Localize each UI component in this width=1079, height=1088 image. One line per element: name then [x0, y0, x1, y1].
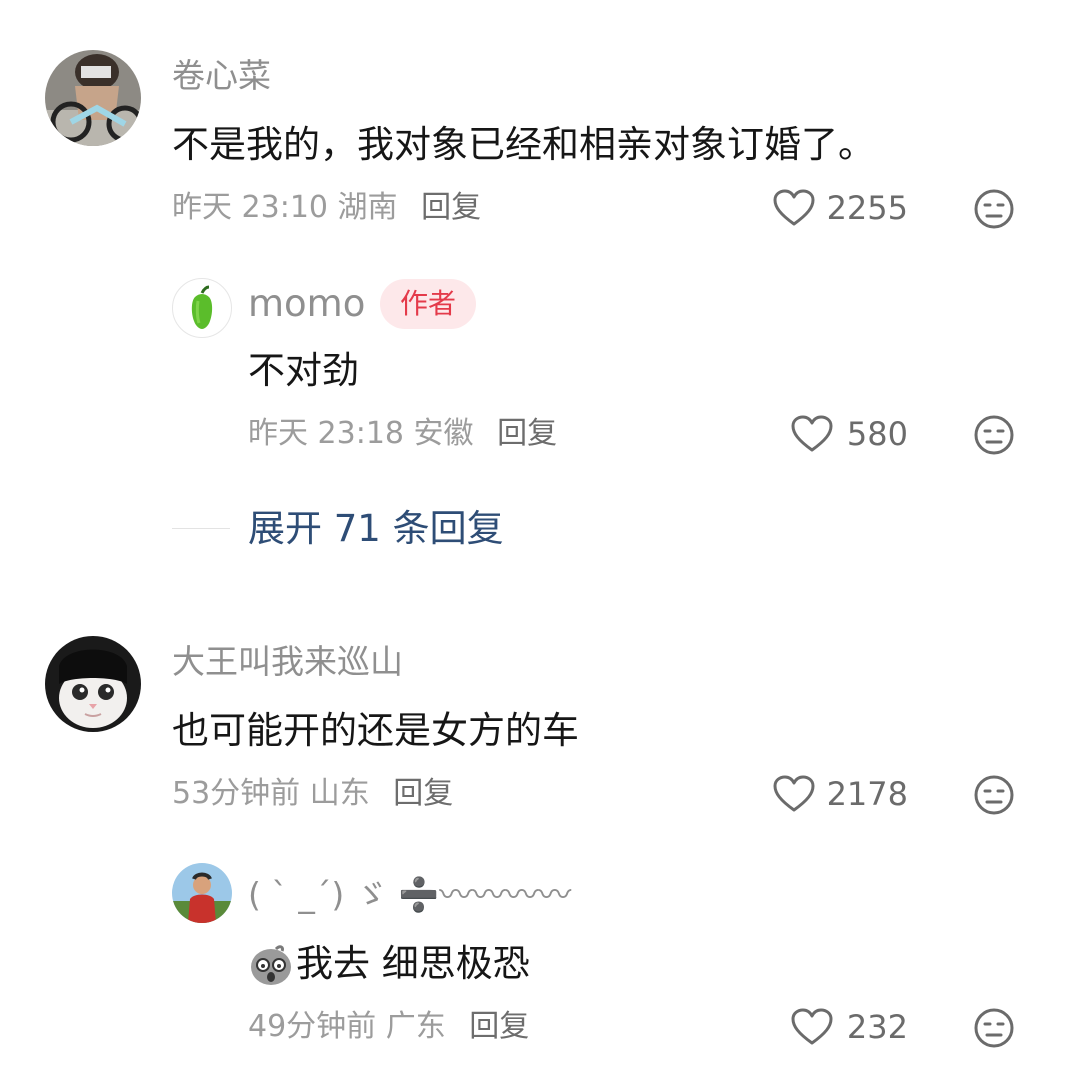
- comment-time: 昨天 23:10: [172, 190, 328, 225]
- comment-location: 湖南: [337, 190, 398, 225]
- like-count: 232: [846, 1008, 908, 1046]
- dislike-button[interactable]: [973, 1007, 1015, 1049]
- expand-replies-link[interactable]: 展开 71 条回复: [248, 506, 504, 552]
- reply-time: 49分钟前: [248, 1009, 377, 1044]
- reply-2: ( ˋ _ˊ) ゞ ➗〰〰〰〰 我去 细思极恐 49分钟前 广东 回复 232: [0, 855, 1079, 1065]
- comment-2: 大王叫我来巡山 也可能开的还是女方的车 53分钟前 山东 回复 2178: [0, 630, 1079, 830]
- reply-username[interactable]: momo: [248, 284, 365, 324]
- reply-button[interactable]: 回复: [421, 190, 481, 225]
- reply-button[interactable]: 回复: [497, 416, 557, 451]
- reply-username[interactable]: ( ˋ _ˊ) ゞ ➗〰〰〰〰: [248, 875, 571, 915]
- comment-meta: 昨天 23:10 湖南 回复: [172, 190, 481, 226]
- comment-1: 卷心菜 不是我的，我对象已经和相亲对象订婚了。 昨天 23:10 湖南 回复 2…: [0, 0, 1079, 255]
- avatar[interactable]: [45, 50, 141, 146]
- avatar[interactable]: [172, 278, 232, 338]
- comment-username[interactable]: 大王叫我来巡山: [172, 642, 403, 682]
- reply-meta: 49分钟前 广东 回复: [248, 1009, 529, 1045]
- reply-meta: 昨天 23:18 安徽 回复: [248, 416, 557, 452]
- comment-text: 不是我的，我对象已经和相亲对象订婚了。: [172, 123, 875, 166]
- dislike-button[interactable]: [973, 774, 1015, 816]
- reply-button[interactable]: 回复: [469, 1009, 529, 1044]
- reply-location: 广东: [385, 1009, 446, 1044]
- reply-text: 我去 细思极恐: [296, 942, 530, 985]
- dislike-button[interactable]: [973, 414, 1015, 456]
- shocked-bird-sticker-icon: [248, 941, 294, 987]
- meh-face-icon: [974, 775, 1014, 815]
- author-badge: 作者: [380, 279, 477, 329]
- comment-text: 也可能开的还是女方的车: [172, 709, 579, 752]
- comment-time: 53分钟前: [172, 776, 301, 811]
- reply-button[interactable]: 回复: [393, 776, 453, 811]
- comment-meta: 53分钟前 山东 回复: [172, 776, 453, 812]
- avatar[interactable]: [45, 636, 141, 732]
- reply-time: 昨天 23:18: [248, 416, 404, 451]
- meh-face-icon: [974, 1008, 1014, 1048]
- comment-location: 山东: [309, 776, 370, 811]
- like-count: 2178: [826, 775, 908, 813]
- like-count: 580: [846, 415, 908, 453]
- comment-username[interactable]: 卷心菜: [172, 56, 271, 96]
- like-count: 2255: [826, 189, 908, 227]
- reply-text: 不对劲: [248, 349, 359, 392]
- green-pepper-icon: [191, 285, 213, 329]
- expand-divider: [172, 528, 230, 529]
- meh-face-icon: [974, 415, 1014, 455]
- reply-1: momo 作者 不对劲 昨天 23:18 安徽 回复 580: [0, 270, 1079, 470]
- reply-location: 安徽: [413, 416, 474, 451]
- avatar[interactable]: [172, 863, 232, 923]
- meh-face-icon: [974, 189, 1014, 229]
- dislike-button[interactable]: [973, 188, 1015, 230]
